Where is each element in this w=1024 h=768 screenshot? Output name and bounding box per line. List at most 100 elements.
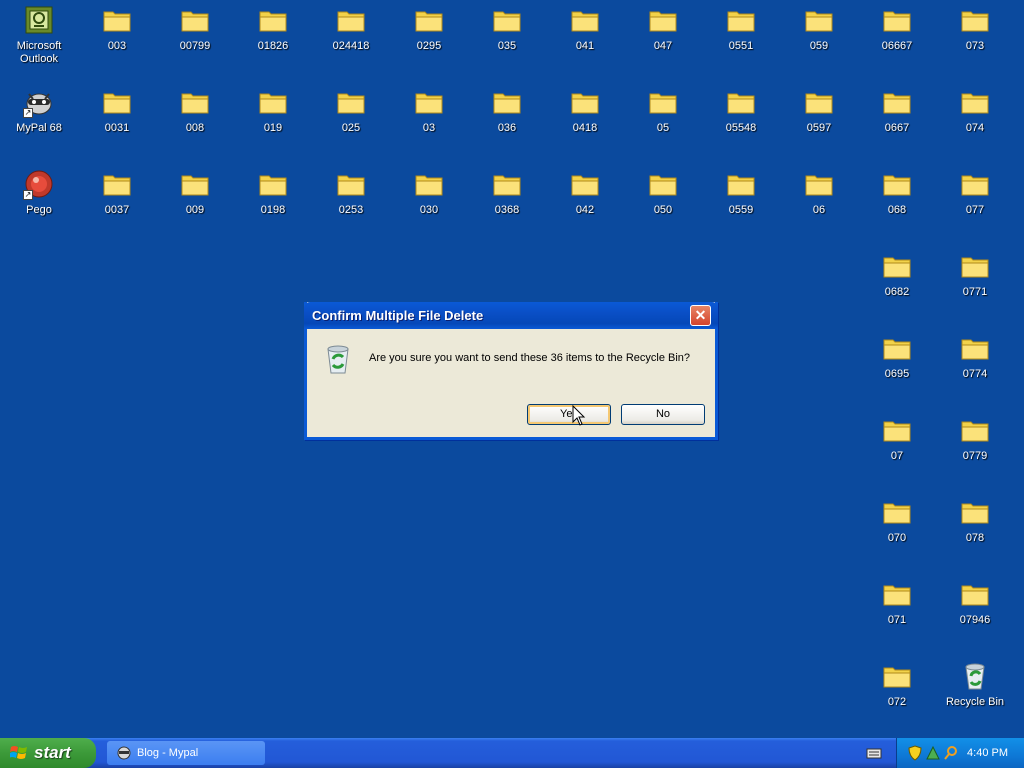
desktop-folder[interactable]: 024418 — [314, 2, 388, 80]
desktop-folder[interactable]: 0551 — [704, 2, 778, 80]
desktop-folder[interactable]: 00799 — [158, 2, 232, 80]
desktop-folder[interactable]: 01826 — [236, 2, 310, 80]
desktop-folder[interactable]: 06 — [782, 166, 856, 244]
desktop-icon-label: 0779 — [962, 450, 988, 462]
network-icon[interactable] — [925, 745, 941, 761]
desktop-folder[interactable]: 072 — [860, 658, 934, 736]
desktop-folder[interactable]: 070 — [860, 494, 934, 572]
desktop-folder[interactable]: 07946 — [938, 576, 1012, 654]
desktop-icon-label: 068 — [887, 204, 907, 216]
desktop-icon-label: 059 — [809, 40, 829, 52]
desktop-folder[interactable]: 0695 — [860, 330, 934, 408]
desktop-folder[interactable]: 050 — [626, 166, 700, 244]
desktop-folder[interactable]: 06667 — [860, 2, 934, 80]
folder-icon — [803, 86, 835, 118]
desktop-icon-label: 01826 — [257, 40, 289, 52]
desktop-folder[interactable]: 07 — [860, 412, 934, 490]
desktop-folder[interactable]: 05 — [626, 84, 700, 162]
desktop-folder[interactable]: 0597 — [782, 84, 856, 162]
desktop-folder[interactable]: 0667 — [860, 84, 934, 162]
desktop-folder[interactable]: 068 — [860, 166, 934, 244]
folder-icon — [803, 168, 835, 200]
desktop-icon-label: MyPal 68 — [16, 122, 62, 134]
dialog-close-button[interactable]: ✕ — [690, 305, 711, 326]
desktop-icon-label: 06667 — [881, 40, 913, 52]
folder-icon — [179, 168, 211, 200]
security-shield-icon[interactable] — [907, 745, 923, 761]
no-button[interactable]: No — [621, 404, 705, 425]
desktop-folder[interactable]: 036 — [470, 84, 544, 162]
desktop-icon-label: 050 — [653, 204, 673, 216]
desktop-folder[interactable]: 003 — [80, 2, 154, 80]
pego-icon: ↗ — [23, 168, 55, 200]
folder-icon — [179, 86, 211, 118]
desktop-folder[interactable]: 071 — [860, 576, 934, 654]
yes-button[interactable]: Yes — [527, 404, 611, 425]
desktop-folder[interactable]: 009 — [158, 166, 232, 244]
desktop-icon-recycle[interactable]: Recycle Bin — [938, 658, 1012, 736]
desktop-folder[interactable]: 030 — [392, 166, 466, 244]
desktop-folder[interactable]: 0031 — [80, 84, 154, 162]
clock[interactable]: 4:40 PM — [967, 738, 1008, 768]
desktop-folder[interactable]: 073 — [938, 2, 1012, 80]
desktop-folder[interactable]: 0295 — [392, 2, 466, 80]
dialog-title: Confirm Multiple File Delete — [312, 308, 484, 323]
desktop-icon-label: 042 — [575, 204, 595, 216]
desktop-folder[interactable]: 0779 — [938, 412, 1012, 490]
folder-icon — [335, 4, 367, 36]
desktop-icon-label: 0559 — [728, 204, 754, 216]
desktop-folder[interactable]: 047 — [626, 2, 700, 80]
start-button[interactable]: start — [0, 738, 96, 768]
keyboard-icon[interactable] — [866, 746, 882, 760]
desktop-folder[interactable]: 03 — [392, 84, 466, 162]
taskbar-item-blog-mypal[interactable]: Blog - Mypal — [107, 741, 265, 765]
desktop-folder[interactable]: 05548 — [704, 84, 778, 162]
folder-icon — [881, 414, 913, 446]
desktop-icon-label: 008 — [185, 122, 205, 134]
folder-icon — [959, 578, 991, 610]
folder-icon — [881, 496, 913, 528]
desktop-icon-label: 05548 — [725, 122, 757, 134]
desktop-folder[interactable]: 059 — [782, 2, 856, 80]
folder-icon — [725, 4, 757, 36]
mouse-cursor-icon — [572, 405, 586, 426]
folder-icon — [647, 86, 679, 118]
desktop-icon-label: 06 — [812, 204, 826, 216]
desktop-folder[interactable]: 019 — [236, 84, 310, 162]
desktop-icon-label: 03 — [422, 122, 436, 134]
desktop-icon-label: 0198 — [260, 204, 286, 216]
folder-icon — [881, 250, 913, 282]
desktop-folder[interactable]: 0771 — [938, 248, 1012, 326]
desktop-icon-pego[interactable]: ↗ Pego — [2, 166, 76, 244]
desktop-folder[interactable]: 0559 — [704, 166, 778, 244]
desktop-folder[interactable]: 0418 — [548, 84, 622, 162]
folder-icon — [725, 168, 757, 200]
desktop-icon-label: 0037 — [104, 204, 130, 216]
desktop-folder[interactable]: 0682 — [860, 248, 934, 326]
desktop-folder[interactable]: 0774 — [938, 330, 1012, 408]
desktop-folder[interactable]: 0253 — [314, 166, 388, 244]
desktop-folder[interactable]: 078 — [938, 494, 1012, 572]
desktop-folder[interactable]: 041 — [548, 2, 622, 80]
desktop-icon-label: 025 — [341, 122, 361, 134]
folder-icon — [959, 496, 991, 528]
dialog-title-bar[interactable]: Confirm Multiple File Delete — [304, 302, 718, 329]
desktop-folder[interactable]: 008 — [158, 84, 232, 162]
folder-icon — [413, 86, 445, 118]
desktop-folder[interactable]: 025 — [314, 84, 388, 162]
desktop-icon-outlook[interactable]: Microsoft Outlook — [2, 2, 76, 80]
desktop-folder[interactable]: 035 — [470, 2, 544, 80]
desktop-icon-label: 035 — [497, 40, 517, 52]
desktop-folder[interactable]: 0198 — [236, 166, 310, 244]
desktop-folder[interactable]: 074 — [938, 84, 1012, 162]
desktop-icon-mypal[interactable]: ↗ MyPal 68 — [2, 84, 76, 162]
dialog-message: Are you sure you want to send these 36 i… — [369, 352, 691, 364]
desktop-folder[interactable]: 042 — [548, 166, 622, 244]
desktop-folder[interactable]: 0368 — [470, 166, 544, 244]
folder-icon — [725, 86, 757, 118]
desktop-folder[interactable]: 077 — [938, 166, 1012, 244]
magnifier-icon[interactable] — [943, 745, 959, 761]
desktop-folder[interactable]: 0037 — [80, 166, 154, 244]
desktop-icon-label: 0253 — [338, 204, 364, 216]
desktop-icon-label: 024418 — [332, 40, 370, 52]
